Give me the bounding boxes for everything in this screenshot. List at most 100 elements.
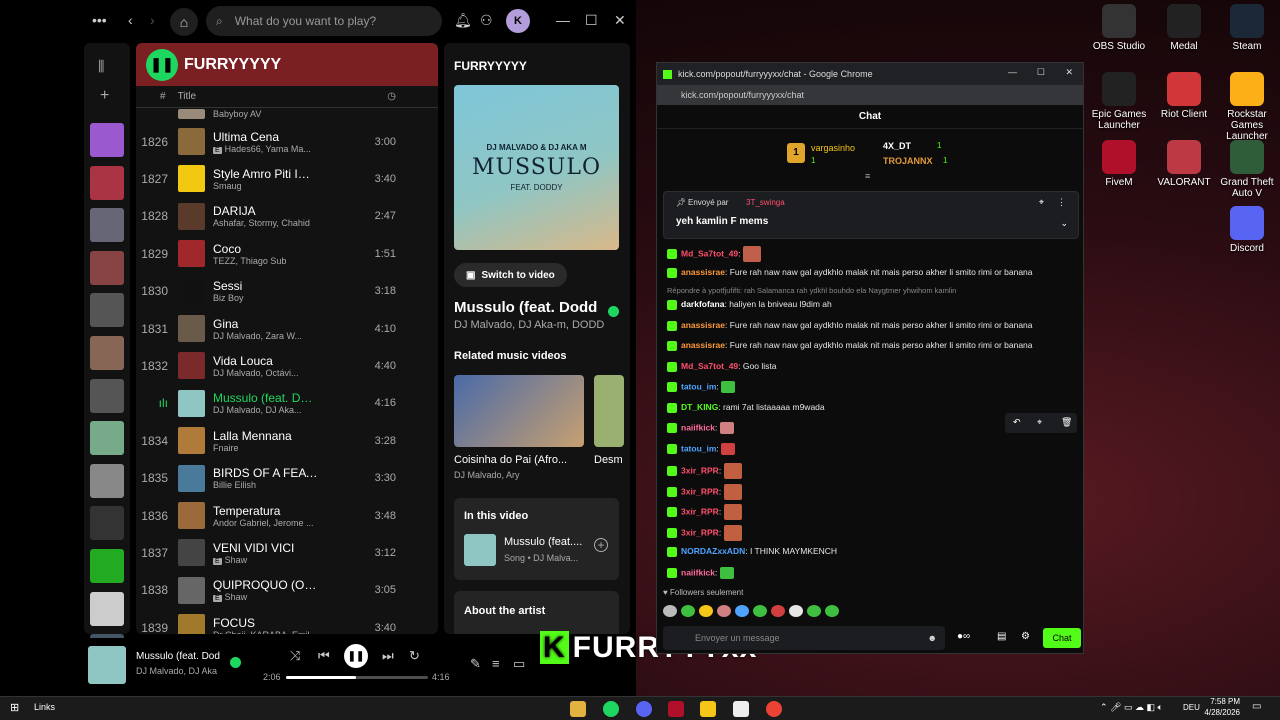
chat-message[interactable]: 3xir_RPR: <box>667 525 742 541</box>
library-item[interactable] <box>90 421 124 456</box>
emoji-icon[interactable]: ☻ <box>928 626 937 650</box>
notepad-icon[interactable] <box>733 701 749 717</box>
table-row[interactable]: 1830 Sessi Biz Boy 3:18 <box>136 273 438 310</box>
lyrics-icon[interactable]: ✎ <box>470 656 481 672</box>
maximize-icon[interactable]: ☐ <box>1037 67 1045 78</box>
library-item[interactable] <box>90 463 124 498</box>
emote-icon[interactable] <box>753 604 767 617</box>
desktop-icon[interactable]: Grand Theft Auto V <box>1211 140 1280 199</box>
library-item[interactable] <box>90 250 124 285</box>
chevron-down-icon[interactable]: ≡ <box>865 171 870 181</box>
switch-to-video-button[interactable]: ▣ Switch to video <box>454 263 567 287</box>
library-item[interactable] <box>90 378 124 413</box>
windows-start-icon[interactable]: ⊞ <box>10 701 19 714</box>
chat-message[interactable]: anassisrae: Fure rah naw naw gal aydkhlo… <box>667 267 1033 278</box>
desktop-icon[interactable]: Discord <box>1211 206 1280 254</box>
library-item[interactable] <box>90 208 124 243</box>
emote-icon[interactable] <box>825 604 839 617</box>
minimize-icon[interactable]: — <box>1008 67 1017 77</box>
address-bar[interactable]: kick.com/popout/furryyyxx/chat <box>657 85 1083 105</box>
pause-button[interactable]: ❚❚ <box>146 48 178 81</box>
table-row[interactable]: 1831 Gina DJ Malvado, Zara W... 4:10 <box>136 310 438 347</box>
emote-icon[interactable] <box>717 604 731 617</box>
delete-icon[interactable]: 🗑︎ <box>1061 417 1072 428</box>
emote-icon[interactable] <box>735 604 749 617</box>
table-row[interactable]: Babyboy AV <box>136 108 438 120</box>
emote-icon[interactable] <box>771 604 785 617</box>
now-playing-thumbnail[interactable] <box>88 646 126 684</box>
saved-check-icon[interactable] <box>230 657 241 668</box>
pause-button[interactable]: ❚❚ <box>344 644 368 668</box>
tray-icons[interactable]: ⌃ 🎤︎ ▭ ☁ ◧ 🔈︎ <box>1100 702 1163 713</box>
library-icon[interactable]: ⫼ <box>98 58 104 75</box>
discord-icon[interactable] <box>636 701 652 717</box>
library-item[interactable] <box>90 293 124 328</box>
chat-message[interactable]: anassisrae: Fure rah naw naw gal aydkhlo… <box>667 320 1033 331</box>
table-row[interactable]: 1832 Vida Louca DJ Malvado, Octávi... 4:40 <box>136 347 438 384</box>
progress-bar[interactable] <box>286 676 428 679</box>
chat-message[interactable]: tatou_im: <box>667 443 736 455</box>
library-item[interactable] <box>90 506 124 541</box>
spotify-icon[interactable] <box>603 701 619 717</box>
desktop-icon[interactable]: VALORANT <box>1148 140 1220 188</box>
chat-message[interactable]: DT_KING: rami 7at listaaaaa m9wada <box>667 402 825 413</box>
video-thumbnail[interactable] <box>454 375 584 447</box>
file-explorer-icon[interactable] <box>570 701 586 717</box>
maximize-icon[interactable]: ☐ <box>585 12 598 29</box>
bell-icon[interactable]: 🔔︎ <box>454 12 472 29</box>
desktop-icon[interactable]: Riot Client <box>1148 72 1220 120</box>
chat-message[interactable]: Md_Sa7tot_49: <box>667 246 761 262</box>
chat-message[interactable]: Md_Sa7tot_49: Goo lista <box>667 361 776 372</box>
table-row[interactable]: 1834 Lalla Mennana Fnaire 3:28 <box>136 422 438 459</box>
more-icon[interactable]: ••• <box>92 12 107 28</box>
previous-icon[interactable]: ⏮︎ <box>318 648 330 664</box>
chat-message[interactable]: darkfofana: haliyen la bniveau l9dim ah <box>667 299 832 310</box>
chat-message[interactable]: naiifkick: <box>667 422 734 434</box>
fivem-icon[interactable] <box>668 701 684 717</box>
back-icon[interactable]: ‹ <box>128 12 133 28</box>
video-title[interactable]: Coisinha do Pai (Afro... <box>454 454 567 466</box>
chrome-icon[interactable] <box>766 701 782 717</box>
send-chat-button[interactable]: Chat <box>1043 628 1081 648</box>
points-icon[interactable]: ●∞ <box>957 631 970 642</box>
chat-message[interactable]: naiifkick: <box>667 567 734 579</box>
library-item[interactable] <box>90 336 124 370</box>
avatar[interactable]: K <box>506 9 530 33</box>
store-icon[interactable]: ▤ <box>997 631 1006 642</box>
connect-device-icon[interactable]: ▭ <box>513 656 525 672</box>
attack-shark-icon[interactable] <box>700 701 716 717</box>
emote-icon[interactable] <box>681 604 695 617</box>
saved-check-icon[interactable] <box>608 306 619 317</box>
table-row[interactable]: 1827 Style Amro Piti Impr... Smaug 3:40 <box>136 160 438 197</box>
chat-message[interactable]: 3xir_RPR: <box>667 484 742 500</box>
pin-icon[interactable]: ⌖ <box>1037 417 1042 428</box>
next-icon[interactable]: ⏭︎ <box>382 648 394 664</box>
unpin-icon[interactable]: ⌖ <box>1039 197 1044 208</box>
table-row[interactable]: ılı Mussulo (feat. Dodd... DJ Malvado, DJ … <box>136 385 438 422</box>
table-row[interactable]: 1837 VENI VIDI VICI E Shaw 3:12 <box>136 534 438 571</box>
search-input[interactable]: ⌕ What do you want to play? <box>206 6 442 36</box>
desktop-icon[interactable]: Epic Games Launcher <box>1083 72 1155 131</box>
table-row[interactable]: 1838 QUIPROQUO (Outro) E Shaw 3:05 <box>136 572 438 609</box>
table-row[interactable]: 1835BIRDS OF A FEATHERBillie Eilish3:30 <box>136 460 438 497</box>
song-artists[interactable]: DJ Malvado, DJ Aka-m, DODD <box>454 319 604 331</box>
desktop-icon[interactable]: Steam <box>1211 4 1280 52</box>
settings-icon[interactable]: ⚙ <box>1021 631 1030 642</box>
reply-icon[interactable]: ↶ <box>1013 417 1021 428</box>
forward-icon[interactable]: › <box>150 12 155 28</box>
table-row[interactable]: 1839FOCUSDr Chaii, KARABA, Emil...3:40 <box>136 609 438 634</box>
chevron-down-icon[interactable]: ⌄ <box>1060 218 1068 229</box>
table-row[interactable]: 1828 DARIJA Ashafar, Stormy, Chahid 2:47 <box>136 198 438 235</box>
minimize-icon[interactable]: — <box>556 12 570 28</box>
song-title[interactable]: Mussulo (feat. Dodd <box>454 299 604 316</box>
chat-message[interactable]: 3xir_RPR: <box>667 463 742 479</box>
desktop-icon[interactable]: OBS Studio <box>1083 4 1155 52</box>
video-thumbnail-2[interactable] <box>594 375 624 447</box>
more-icon[interactable]: ⋮ <box>1057 197 1066 208</box>
add-icon[interactable]: + <box>594 538 608 552</box>
chat-input[interactable]: Envoyer un message ☻ <box>663 626 945 650</box>
notification-icon[interactable]: ▭ <box>1252 701 1261 712</box>
desktop-icon[interactable]: Medal <box>1148 4 1220 52</box>
library-item[interactable] <box>90 591 124 626</box>
table-row[interactable]: 1826 Ultima Cena E Hades66, Yama Ma... 3:00 <box>136 123 438 160</box>
